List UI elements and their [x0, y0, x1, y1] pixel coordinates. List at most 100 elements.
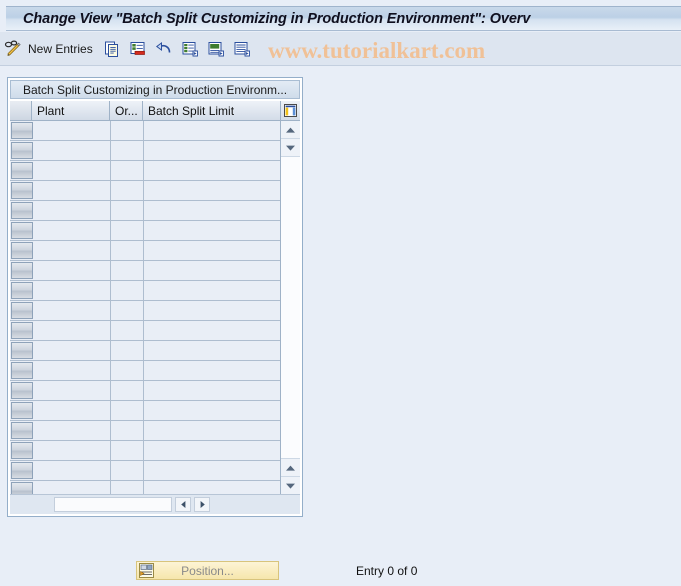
scroll-right-button[interactable] [194, 497, 210, 512]
cell-order_type[interactable] [111, 261, 144, 280]
cell-batch_split_limit[interactable] [144, 121, 280, 140]
cell-plant[interactable] [33, 341, 111, 360]
cell-plant[interactable] [33, 201, 111, 220]
cell-plant[interactable] [33, 181, 111, 200]
row-select-button[interactable] [11, 282, 33, 299]
row-select-button[interactable] [11, 162, 33, 179]
scroll-down-top-button[interactable] [281, 139, 300, 157]
deselect-all-icon[interactable] [229, 36, 255, 62]
cell-batch_split_limit[interactable] [144, 421, 280, 440]
cell-order_type[interactable] [111, 121, 144, 140]
row-select-button[interactable] [11, 462, 33, 479]
new-entries-button[interactable]: New Entries [28, 42, 93, 56]
scroll-left-button[interactable] [175, 497, 191, 512]
cell-plant[interactable] [33, 321, 111, 340]
cell-plant[interactable] [33, 161, 111, 180]
table-row[interactable] [10, 201, 280, 221]
table-row[interactable] [10, 281, 280, 301]
vertical-scrollbar[interactable] [280, 101, 300, 494]
cell-order_type[interactable] [111, 361, 144, 380]
cell-plant[interactable] [33, 481, 111, 494]
table-row[interactable] [10, 161, 280, 181]
row-select-button[interactable] [11, 442, 33, 459]
cell-batch_split_limit[interactable] [144, 441, 280, 460]
select-block-icon[interactable] [203, 36, 229, 62]
copy-as-icon[interactable] [99, 36, 125, 62]
row-select-button[interactable] [11, 402, 33, 419]
cell-order_type[interactable] [111, 401, 144, 420]
row-select-button[interactable] [11, 382, 33, 399]
cell-plant[interactable] [33, 361, 111, 380]
row-select-button[interactable] [11, 222, 33, 239]
scroll-up-bottom-button[interactable] [281, 458, 300, 476]
cell-plant[interactable] [33, 241, 111, 260]
cell-batch_split_limit[interactable] [144, 321, 280, 340]
cell-order_type[interactable] [111, 141, 144, 160]
horizontal-scroll-track[interactable] [54, 497, 172, 512]
row-select-button[interactable] [11, 342, 33, 359]
cell-batch_split_limit[interactable] [144, 461, 280, 480]
table-row[interactable] [10, 121, 280, 141]
row-select-button[interactable] [11, 302, 33, 319]
cell-batch_split_limit[interactable] [144, 361, 280, 380]
cell-order_type[interactable] [111, 461, 144, 480]
undo-icon[interactable] [151, 36, 177, 62]
cell-batch_split_limit[interactable] [144, 221, 280, 240]
position-button[interactable]: Position... [136, 561, 279, 580]
cell-order_type[interactable] [111, 181, 144, 200]
cell-order_type[interactable] [111, 381, 144, 400]
row-select-button[interactable] [11, 262, 33, 279]
select-all-icon[interactable] [177, 36, 203, 62]
table-row[interactable] [10, 361, 280, 381]
cell-batch_split_limit[interactable] [144, 281, 280, 300]
table-row[interactable] [10, 181, 280, 201]
cell-plant[interactable] [33, 461, 111, 480]
cell-plant[interactable] [33, 261, 111, 280]
cell-plant[interactable] [33, 221, 111, 240]
table-row[interactable] [10, 461, 280, 481]
cell-batch_split_limit[interactable] [144, 201, 280, 220]
scroll-down-bottom-button[interactable] [281, 476, 300, 494]
table-row[interactable] [10, 321, 280, 341]
cell-order_type[interactable] [111, 201, 144, 220]
glasses-pencil-icon[interactable] [0, 36, 26, 62]
table-row[interactable] [10, 341, 280, 361]
cell-batch_split_limit[interactable] [144, 401, 280, 420]
column-header-plant[interactable]: Plant [32, 101, 110, 120]
row-select-button[interactable] [11, 322, 33, 339]
table-row[interactable] [10, 421, 280, 441]
cell-plant[interactable] [33, 281, 111, 300]
horizontal-scrollbar[interactable] [10, 494, 300, 514]
cell-order_type[interactable] [111, 481, 144, 494]
table-row[interactable] [10, 401, 280, 421]
column-header-batch-split-limit[interactable]: Batch Split Limit [143, 101, 280, 120]
table-row[interactable] [10, 481, 280, 494]
cell-plant[interactable] [33, 141, 111, 160]
cell-plant[interactable] [33, 381, 111, 400]
cell-batch_split_limit[interactable] [144, 261, 280, 280]
cell-batch_split_limit[interactable] [144, 181, 280, 200]
cell-plant[interactable] [33, 121, 111, 140]
row-select-button[interactable] [11, 362, 33, 379]
table-row[interactable] [10, 141, 280, 161]
delete-icon[interactable] [125, 36, 151, 62]
cell-order_type[interactable] [111, 221, 144, 240]
table-row[interactable] [10, 261, 280, 281]
table-row[interactable] [10, 221, 280, 241]
row-select-button[interactable] [11, 422, 33, 439]
cell-order_type[interactable] [111, 161, 144, 180]
cell-batch_split_limit[interactable] [144, 481, 280, 494]
cell-order_type[interactable] [111, 421, 144, 440]
vertical-scroll-track[interactable] [281, 157, 300, 458]
table-row[interactable] [10, 301, 280, 321]
column-header-order-type[interactable]: Or... [110, 101, 143, 120]
cell-batch_split_limit[interactable] [144, 241, 280, 260]
cell-batch_split_limit[interactable] [144, 381, 280, 400]
select-all-column-header[interactable] [10, 101, 32, 120]
row-select-button[interactable] [11, 482, 33, 494]
cell-batch_split_limit[interactable] [144, 341, 280, 360]
cell-batch_split_limit[interactable] [144, 301, 280, 320]
cell-batch_split_limit[interactable] [144, 141, 280, 160]
cell-batch_split_limit[interactable] [144, 161, 280, 180]
cell-order_type[interactable] [111, 281, 144, 300]
